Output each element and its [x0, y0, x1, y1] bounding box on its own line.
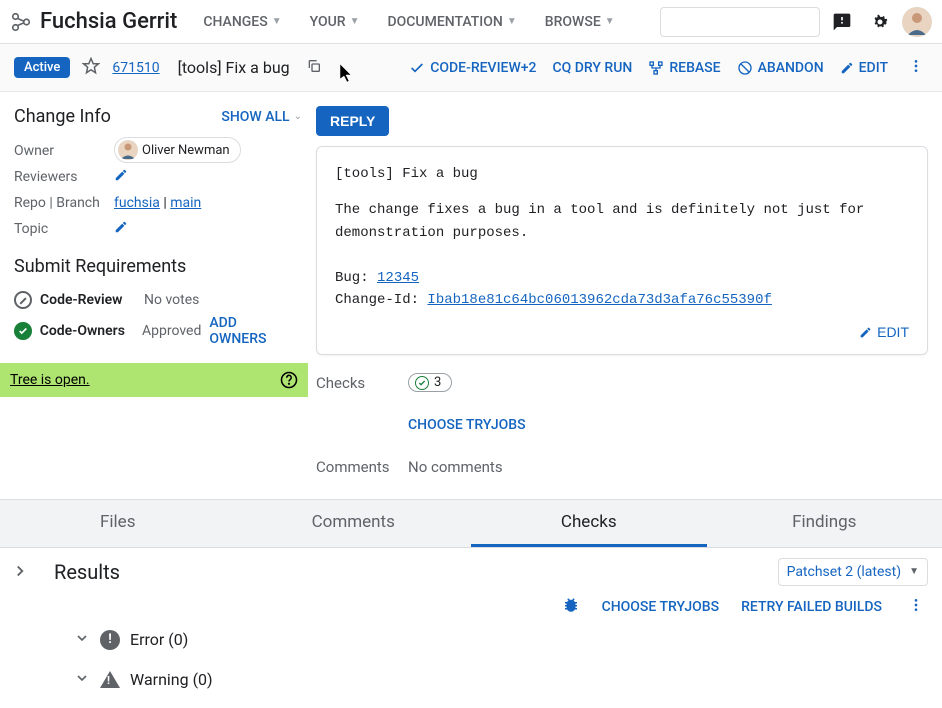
tab-comments[interactable]: Comments: [236, 500, 472, 547]
results-more-menu-icon[interactable]: [904, 597, 928, 617]
add-owners-button[interactable]: ADD OWNERS: [209, 315, 302, 347]
edit-topic-button[interactable]: [114, 220, 302, 238]
gerrit-logo-icon: [10, 11, 32, 33]
check-circle-icon: [14, 322, 32, 340]
results-error-group[interactable]: ! Error (0): [54, 618, 928, 658]
results-warning-group[interactable]: Warning (0): [54, 658, 928, 698]
choose-tryjobs-link[interactable]: CHOOSE TRYJOBS: [408, 417, 526, 433]
pencil-icon: [114, 220, 128, 234]
tree-status-banner: Tree is open.: [0, 363, 308, 397]
change-title: [tools] Fix a bug: [178, 58, 290, 77]
chevron-down-icon: ▼: [605, 16, 615, 27]
results-error-label: Error (0): [130, 630, 188, 649]
reviewers-label: Reviewers: [14, 169, 114, 185]
change-info-title: Change Info: [14, 106, 111, 127]
collapse-results-icon[interactable]: [11, 562, 29, 708]
repo-branch-label: Repo | Branch: [14, 195, 114, 211]
cq-dry-run-action[interactable]: CQ DRY RUN: [553, 60, 633, 76]
commit-body: The change fixes a bug in a tool and is …: [335, 199, 909, 244]
results-warning-label: Warning (0): [130, 670, 213, 689]
checks-label: Checks: [316, 374, 388, 392]
tree-status-link[interactable]: Tree is open.: [10, 372, 90, 388]
show-all-button[interactable]: SHOW ALL ⌄: [221, 109, 302, 125]
more-menu-icon[interactable]: [904, 58, 928, 78]
chevron-down-icon[interactable]: [74, 630, 90, 650]
abandon-action[interactable]: ABANDON: [737, 60, 824, 76]
chevron-down-icon: ▼: [909, 566, 919, 577]
comments-label: Comments: [316, 458, 388, 476]
star-icon[interactable]: [82, 57, 100, 79]
commit-subject: [tools] Fix a bug: [335, 163, 909, 185]
feedback-icon[interactable]: [826, 6, 858, 38]
change-number-link[interactable]: 671510: [112, 60, 159, 76]
top-nav: Fuchsia Gerrit CHANGES ▼ YOUR ▼ DOCUMENT…: [0, 0, 942, 44]
tab-findings[interactable]: Findings: [707, 500, 942, 547]
choose-tryjobs-button[interactable]: CHOOSE TRYJOBS: [602, 599, 720, 615]
chevron-down-icon: ▼: [507, 16, 517, 27]
pencil-icon: [114, 168, 128, 182]
status-badge: Active: [14, 57, 70, 78]
nav-changes[interactable]: CHANGES ▼: [193, 8, 291, 36]
search-box[interactable]: [660, 7, 820, 37]
pencil-icon: [840, 61, 854, 75]
retry-failed-builds-button[interactable]: RETRY FAILED BUILDS: [741, 599, 882, 615]
rebase-action[interactable]: REBASE: [648, 60, 720, 76]
submit-requirements-title: Submit Requirements: [14, 256, 302, 277]
help-icon[interactable]: [280, 371, 298, 389]
chevron-down-icon[interactable]: [74, 670, 90, 690]
bug-link[interactable]: 12345: [377, 270, 419, 286]
bug-icon[interactable]: [562, 596, 580, 618]
edit-reviewers-button[interactable]: [114, 168, 302, 186]
chevron-down-icon: ▼: [272, 16, 282, 27]
owner-avatar-icon: [118, 140, 138, 160]
nav-browse[interactable]: BROWSE ▼: [535, 8, 625, 36]
changeid-link[interactable]: Ibab18e81c64bc06013962cda73d3afa76c55390…: [427, 292, 771, 308]
pending-icon: [14, 291, 32, 309]
copy-icon[interactable]: [306, 58, 322, 78]
chevron-down-icon: ▼: [350, 16, 360, 27]
brand-text: Fuchsia Gerrit: [40, 9, 177, 34]
branch-link[interactable]: main: [170, 195, 201, 211]
tab-files[interactable]: Files: [0, 500, 236, 547]
edit-action[interactable]: EDIT: [840, 60, 888, 76]
error-icon: !: [100, 630, 120, 650]
settings-icon[interactable]: [864, 6, 896, 38]
comments-value: No comments: [408, 458, 503, 476]
results-title: Results: [54, 560, 120, 584]
brand[interactable]: Fuchsia Gerrit: [10, 9, 177, 34]
topic-label: Topic: [14, 221, 114, 237]
code-review-action[interactable]: CODE-REVIEW+2: [409, 60, 536, 76]
user-avatar[interactable]: [902, 7, 932, 37]
rebase-icon: [648, 60, 664, 76]
change-header: Active 671510 [tools] Fix a bug CODE-REV…: [0, 44, 942, 92]
warning-icon: [100, 671, 120, 688]
commit-message-card: [tools] Fix a bug The change fixes a bug…: [316, 146, 928, 355]
submit-req-code-review: Code-Review No votes: [14, 285, 302, 315]
patchset-dropdown[interactable]: Patchset 2 (latest) ▼: [778, 558, 928, 586]
check-icon: [409, 60, 425, 76]
commit-bug-line: Bug: 12345: [335, 267, 909, 289]
owner-label: Owner: [14, 143, 114, 159]
abandon-icon: [737, 60, 753, 76]
edit-message-button[interactable]: EDIT: [859, 321, 909, 343]
owner-chip[interactable]: Oliver Newman: [114, 137, 241, 163]
commit-changeid-line: Change-Id: Ibab18e81c64bc06013962cda73d3…: [335, 289, 909, 311]
nav-documentation[interactable]: DOCUMENTATION ▼: [377, 8, 526, 36]
chevron-down-icon: ⌄: [294, 111, 302, 122]
check-circle-icon: [415, 376, 429, 390]
nav-your[interactable]: YOUR ▼: [300, 8, 370, 36]
checks-chip[interactable]: 3: [408, 373, 452, 392]
pencil-icon: [859, 326, 872, 339]
submit-req-code-owners: Code-Owners Approved ADD OWNERS: [14, 315, 302, 347]
tabs: Files Comments Checks Findings: [0, 499, 942, 548]
reply-button[interactable]: REPLY: [316, 106, 389, 136]
tab-checks[interactable]: Checks: [471, 500, 707, 547]
repo-link[interactable]: fuchsia: [114, 195, 160, 211]
